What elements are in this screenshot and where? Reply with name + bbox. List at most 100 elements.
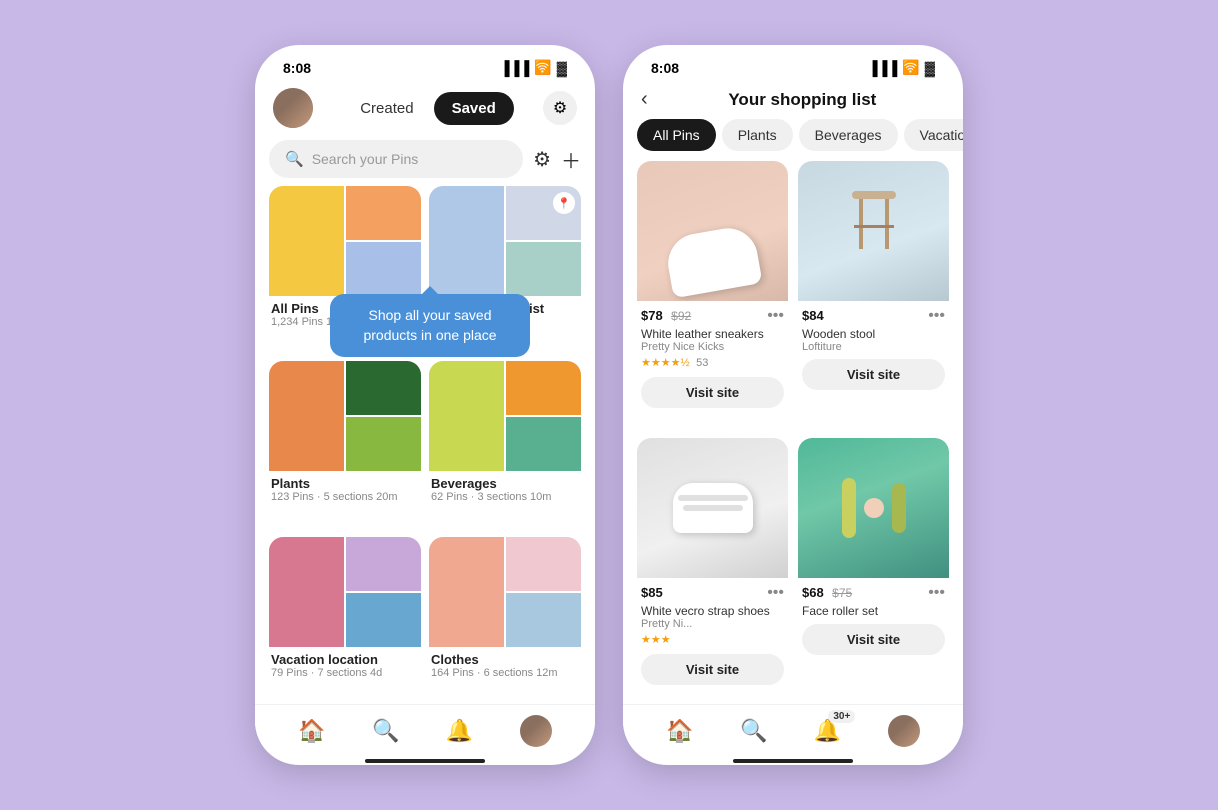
- board-img: [429, 186, 504, 296]
- phone-1: 8:08 ▐▐▐ 🛜 ▓ Created Saved ⚙ 🔍: [255, 45, 595, 765]
- filter-tab-allpins[interactable]: All Pins: [637, 119, 716, 151]
- board-beverages[interactable]: Beverages 62 Pins · 3 sections 10m: [429, 361, 581, 528]
- wifi-icon: 🛜: [902, 59, 919, 76]
- product-image-stool: [798, 161, 949, 301]
- board-meta: 79 Pins · 7 sections 4d: [271, 667, 419, 679]
- home-indicator: [733, 759, 853, 763]
- search-icon: 🔍: [740, 718, 767, 744]
- search-row: 🔍 Search your Pins ⚙ ＋: [255, 136, 595, 186]
- more-icon[interactable]: •••: [767, 584, 784, 602]
- product-old-price: $75: [832, 586, 852, 600]
- nav-profile[interactable]: [520, 715, 552, 747]
- visit-site-button[interactable]: Visit site: [641, 377, 784, 408]
- product-brand: Loftiture: [802, 341, 945, 353]
- board-img: [506, 593, 581, 647]
- visit-site-button[interactable]: Visit site: [802, 624, 945, 655]
- notification-badge: 30+: [828, 710, 855, 723]
- product-info: $85 ••• White vecro strap shoes Pretty N…: [637, 578, 788, 687]
- board-plants[interactable]: Plants 123 Pins · 5 sections 20m: [269, 361, 421, 528]
- board-meta: 62 Pins · 3 sections 10m: [431, 491, 579, 503]
- board-title: Beverages: [431, 476, 579, 491]
- search-placeholder: Search your Pins: [312, 151, 419, 167]
- tab-created[interactable]: Created: [342, 92, 431, 125]
- time-1: 8:08: [283, 60, 311, 76]
- filter-icon[interactable]: ⚙: [533, 147, 551, 172]
- settings-button[interactable]: ⚙: [543, 91, 577, 125]
- filter-tab-plants[interactable]: Plants: [722, 119, 793, 151]
- board-img: [346, 537, 421, 591]
- add-icon[interactable]: ＋: [561, 145, 581, 174]
- board-img: [269, 186, 344, 296]
- nav-notifications[interactable]: 🔔: [446, 718, 473, 744]
- tab-saved[interactable]: Saved: [434, 92, 514, 125]
- more-icon[interactable]: •••: [767, 307, 784, 325]
- more-icon[interactable]: •••: [928, 584, 945, 602]
- board-clothes[interactable]: Clothes 164 Pins · 6 sections 12m: [429, 537, 581, 704]
- visit-site-button[interactable]: Visit site: [641, 654, 784, 685]
- nav-home[interactable]: 🏠: [298, 718, 325, 744]
- product-image-sneakers: [637, 161, 788, 301]
- nav-home[interactable]: 🏠: [666, 718, 693, 744]
- nav-search[interactable]: 🔍: [372, 718, 399, 744]
- signal-icon: ▐▐▐: [868, 60, 898, 76]
- status-icons-1: ▐▐▐ 🛜 ▓: [500, 59, 567, 76]
- profile-avatar: [888, 715, 920, 747]
- product-card-velcro[interactable]: $85 ••• White vecro strap shoes Pretty N…: [637, 438, 788, 705]
- tooltip-bubble: Shop all your saved products in one plac…: [330, 294, 530, 357]
- phone2-header: ‹ Your shopping list: [623, 82, 963, 119]
- search-icon: 🔍: [285, 150, 304, 168]
- product-card-stool[interactable]: $84 ••• Wooden stool Loftiture Visit sit…: [798, 161, 949, 428]
- board-title: Plants: [271, 476, 419, 491]
- more-icon[interactable]: •••: [928, 307, 945, 325]
- board-title: Vacation location: [271, 652, 419, 667]
- board-img: [269, 361, 344, 471]
- board-img: [269, 537, 344, 647]
- board-img: [506, 417, 581, 471]
- board-meta: 164 Pins · 6 sections 12m: [431, 667, 579, 679]
- filter-tab-vacation[interactable]: Vacation: [904, 119, 963, 151]
- tabs: Created Saved: [342, 92, 514, 125]
- board-img: [346, 593, 421, 647]
- product-name: White vecro strap shoes: [641, 604, 784, 618]
- products-grid: $78 $92 ••• White leather sneakers Prett…: [623, 161, 963, 704]
- filter-tab-beverages[interactable]: Beverages: [799, 119, 898, 151]
- product-old-price: $92: [671, 309, 691, 323]
- visit-site-button[interactable]: Visit site: [802, 359, 945, 390]
- product-name: Wooden stool: [802, 327, 945, 341]
- product-card-sneakers[interactable]: $78 $92 ••• White leather sneakers Prett…: [637, 161, 788, 428]
- board-img: [346, 242, 421, 296]
- nav-search[interactable]: 🔍: [740, 718, 767, 744]
- home-icon: 🏠: [666, 718, 693, 744]
- product-price: $85: [641, 585, 663, 600]
- gear-icon: ⚙: [553, 98, 567, 118]
- home-indicator: [365, 759, 485, 763]
- board-img: [346, 361, 421, 415]
- search-icon: 🔍: [372, 718, 399, 744]
- user-avatar[interactable]: [273, 88, 313, 128]
- time-2: 8:08: [651, 60, 679, 76]
- board-title: Clothes: [431, 652, 579, 667]
- product-brand: Pretty Nice Kicks: [641, 341, 784, 353]
- product-name: Face roller set: [802, 604, 945, 618]
- nav-profile[interactable]: [888, 715, 920, 747]
- board-img: [346, 186, 421, 240]
- board-img: [429, 361, 504, 471]
- product-card-roller[interactable]: $68 $75 ••• Face roller set Visit site: [798, 438, 949, 705]
- product-price: $78: [641, 308, 663, 323]
- product-brand: Pretty Ni...: [641, 618, 784, 630]
- board-vacation[interactable]: Vacation location 79 Pins · 7 sections 4…: [269, 537, 421, 704]
- bottom-nav-2: 🏠 🔍 🔔 30+: [623, 704, 963, 753]
- search-bar[interactable]: 🔍 Search your Pins: [269, 140, 523, 178]
- back-button[interactable]: ‹: [641, 88, 648, 111]
- profile-avatar: [520, 715, 552, 747]
- nav-notifications[interactable]: 🔔 30+: [814, 718, 841, 744]
- phones-container: 8:08 ▐▐▐ 🛜 ▓ Created Saved ⚙ 🔍: [235, 25, 983, 785]
- board-meta: 123 Pins · 5 sections 20m: [271, 491, 419, 503]
- board-img: [346, 417, 421, 471]
- board-img: [506, 361, 581, 415]
- page-title: Your shopping list: [660, 90, 945, 110]
- status-icons-2: ▐▐▐ 🛜 ▓: [868, 59, 935, 76]
- pin-icon: 📍: [553, 192, 575, 214]
- product-info: $84 ••• Wooden stool Loftiture Visit sit…: [798, 301, 949, 392]
- battery-icon: ▓: [557, 60, 567, 76]
